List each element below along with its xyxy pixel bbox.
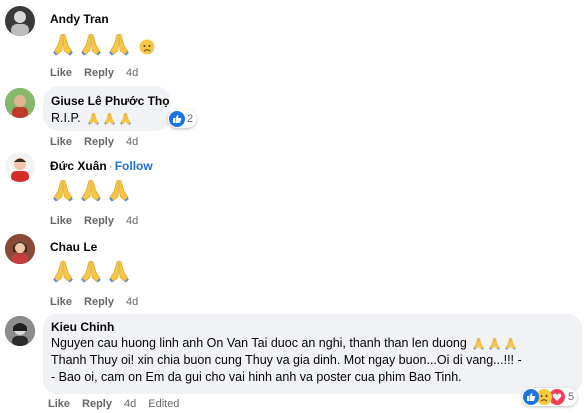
avatar[interactable] — [5, 152, 35, 182]
comment-giuse: Giuse Lê Phước Thọ R.I.P. 2 Like Reply 4… — [0, 82, 588, 152]
pray-emoji — [504, 337, 517, 350]
pray-emoji — [87, 112, 100, 125]
comment-text-row: R.I.P. — [51, 110, 132, 127]
comment-emoji-row — [51, 178, 131, 202]
comment-kieu-chinh: Kieu Chinh Nguyen cau huong linh anh On … — [0, 312, 588, 413]
like-link[interactable]: Like — [50, 67, 72, 79]
comment-actions: Like Reply 4d — [50, 67, 138, 79]
comment-text-line: - Bao oi, cam on Em da gui cho vai hinh … — [51, 370, 462, 384]
reply-link[interactable]: Reply — [84, 67, 114, 79]
pray-emoji — [51, 259, 75, 283]
pray-emoji — [51, 32, 75, 56]
reaction-badge[interactable]: 2 — [168, 110, 197, 128]
comment-text-line: Thanh Thuy oi! xin chia buon cung Thuy v… — [51, 353, 522, 367]
timestamp[interactable]: 4d — [124, 398, 136, 410]
timestamp[interactable]: 4d — [126, 296, 138, 308]
avatar[interactable] — [5, 6, 35, 36]
separator-dot: · — [108, 159, 113, 173]
comment-actions: Like Reply 4d Edited — [48, 398, 179, 410]
comment-actions: Like Reply 4d — [50, 296, 138, 308]
like-link[interactable]: Like — [50, 215, 72, 227]
like-reaction-icon — [169, 111, 185, 127]
pray-emoji — [103, 112, 116, 125]
reply-link[interactable]: Reply — [84, 296, 114, 308]
reaction-count: 2 — [187, 113, 194, 125]
comment-emoji-row — [51, 259, 131, 283]
reaction-count: 5 — [568, 391, 575, 403]
like-link[interactable]: Like — [48, 398, 70, 410]
avatar[interactable] — [5, 316, 35, 346]
edited-label[interactable]: Edited — [148, 398, 179, 410]
like-link[interactable]: Like — [50, 136, 72, 148]
reply-link[interactable]: Reply — [82, 398, 112, 410]
pray-emoji — [107, 178, 131, 202]
comment-author[interactable]: Đức Xuân — [50, 159, 107, 173]
timestamp[interactable]: 4d — [126, 215, 138, 227]
pray-emoji — [79, 178, 103, 202]
timestamp[interactable]: 4d — [126, 67, 138, 79]
comment-text: R.I.P. — [51, 111, 81, 125]
comment-author[interactable]: Chau Le — [50, 240, 97, 254]
pray-emoji — [119, 112, 132, 125]
comment-actions: Like Reply 4d — [50, 136, 138, 148]
timestamp[interactable]: 4d — [126, 136, 138, 148]
comment-author[interactable]: Kieu Chinh — [51, 320, 114, 334]
comment-text: Nguyen cau huong linh anh On Van Tai duo… — [51, 335, 581, 386]
pray-emoji — [79, 32, 103, 56]
pray-emoji — [79, 259, 103, 283]
avatar[interactable] — [5, 88, 35, 118]
comment-text-line: Nguyen cau huong linh anh On Van Tai duo… — [51, 336, 467, 350]
comment-author[interactable]: Giuse Lê Phước Thọ — [51, 94, 170, 108]
reaction-badge[interactable]: 5 — [522, 388, 578, 406]
comment-duc-xuan: Đức Xuân · Follow Like Reply 4d — [0, 152, 588, 232]
comment-emoji-row — [51, 32, 155, 56]
reply-link[interactable]: Reply — [84, 136, 114, 148]
pray-emoji — [472, 337, 485, 350]
comment-author[interactable]: Andy Tran — [50, 12, 109, 26]
sad-emoji — [139, 39, 155, 55]
pray-emoji — [107, 32, 131, 56]
comment-chau-le: Chau Le Like Reply 4d — [0, 232, 588, 312]
comment-andy-tran: Andy Tran Like Reply 4d — [0, 0, 588, 82]
follow-button[interactable]: Follow — [115, 159, 153, 173]
like-reaction-icon — [523, 389, 539, 405]
avatar[interactable] — [5, 234, 35, 264]
reply-link[interactable]: Reply — [84, 215, 114, 227]
comment-header: Đức Xuân · Follow — [50, 159, 153, 173]
pray-emoji — [488, 337, 501, 350]
like-link[interactable]: Like — [50, 296, 72, 308]
comment-actions: Like Reply 4d — [50, 215, 138, 227]
pray-emoji — [107, 259, 131, 283]
pray-emoji — [51, 178, 75, 202]
